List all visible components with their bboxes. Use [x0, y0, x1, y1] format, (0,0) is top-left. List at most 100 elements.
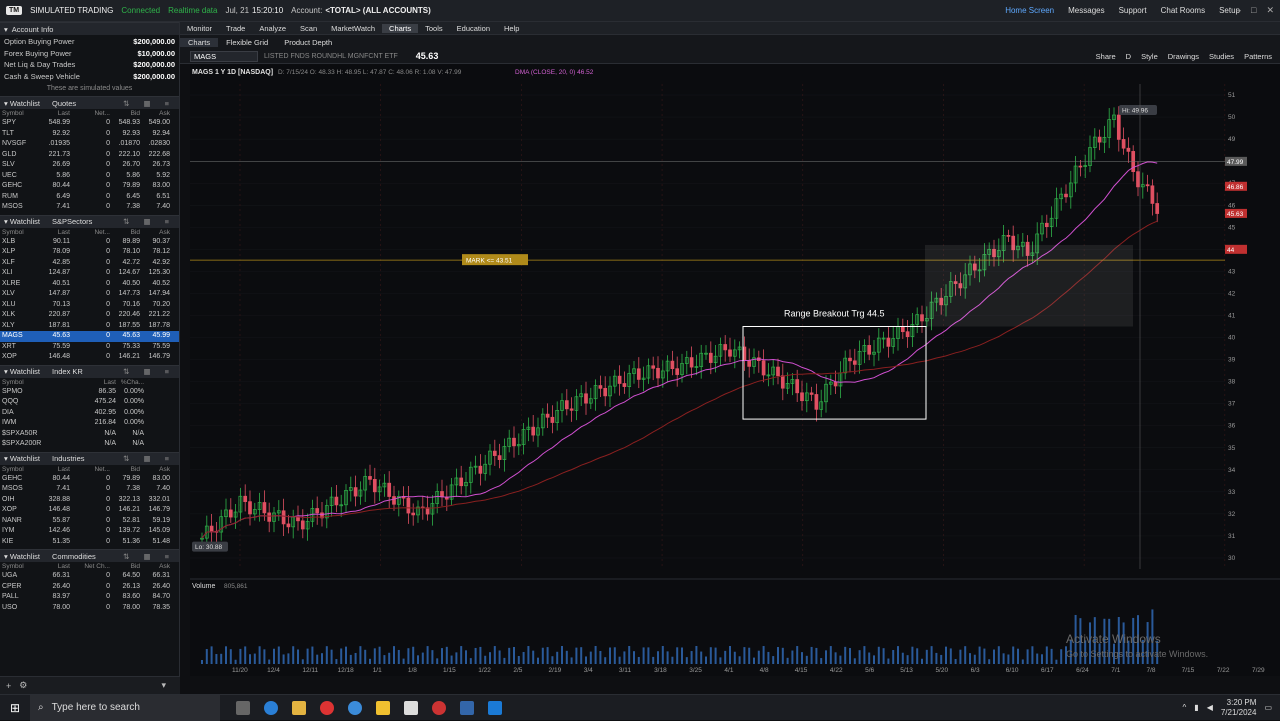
- watchlist-row[interactable]: RUM 6.49 0 6.45 6.51: [0, 192, 179, 203]
- document-icon[interactable]: [404, 700, 418, 715]
- column-header[interactable]: Ask: [140, 109, 170, 118]
- watchlist-row[interactable]: XLK 220.87 0 220.46 221.22: [0, 310, 179, 321]
- watchlist-row[interactable]: GLD 221.73 0 222.10 222.68: [0, 150, 179, 161]
- add-icon[interactable]: +: [6, 681, 11, 691]
- home-screen-button[interactable]: Home Screen: [1005, 6, 1054, 15]
- watchlist-row[interactable]: GEHC 80.44 0 79.89 83.00: [0, 181, 179, 192]
- watchlist-row[interactable]: NANR 55.87 0 52.81 59.19: [0, 516, 179, 527]
- watchlist-header[interactable]: ▾ Watchlist Index KR ⇅ ▦ ≡: [0, 364, 179, 378]
- column-header[interactable]: Symbol: [2, 378, 48, 387]
- watchlist-name[interactable]: Index KR: [52, 367, 83, 376]
- column-header[interactable]: Symbol: [2, 228, 48, 237]
- watchlist-row[interactable]: MSOS 7.41 0 7.38 7.40: [0, 484, 179, 495]
- column-header[interactable]: Symbol: [2, 109, 48, 118]
- watchlist-menu-icon[interactable]: ⇅ ▦ ≡: [123, 99, 175, 108]
- file-explorer-icon[interactable]: [292, 700, 306, 715]
- watchlist-header[interactable]: ▾ Watchlist Commodities ⇅ ▦ ≡: [0, 549, 179, 562]
- chart-tool-studies[interactable]: Studies: [1209, 52, 1234, 61]
- column-header[interactable]: Bid: [110, 228, 140, 237]
- column-header[interactable]: Last: [48, 465, 70, 474]
- menu-charts[interactable]: Charts: [382, 23, 419, 33]
- watchlist-row[interactable]: NVSGF .01935 0 .01870 .02830: [0, 139, 179, 150]
- menu-monitor[interactable]: Monitor: [180, 24, 219, 33]
- watchlist-row[interactable]: XOP 146.48 0 146.21 146.79: [0, 505, 179, 516]
- watchlist-row[interactable]: XRT 75.59 0 75.33 75.59: [0, 342, 179, 353]
- menu-tools[interactable]: Tools: [418, 24, 450, 33]
- menu-education[interactable]: Education: [450, 24, 497, 33]
- network-icon[interactable]: ▮: [1194, 703, 1198, 712]
- menu-trade[interactable]: Trade: [219, 24, 252, 33]
- watchlist-row[interactable]: CPER 26.40 0 26.13 26.40: [0, 582, 179, 593]
- watchlist-row[interactable]: XOP 146.48 0 146.21 146.79: [0, 352, 179, 363]
- watchlist-row[interactable]: SLV 26.69 0 26.70 26.73: [0, 160, 179, 171]
- watchlist-menu-icon[interactable]: ⇅ ▦ ≡: [123, 367, 175, 376]
- chart-tool-style[interactable]: Style: [1141, 52, 1158, 61]
- column-header[interactable]: Bid: [110, 562, 140, 571]
- scroll-down-icon[interactable]: ▾: [161, 680, 166, 691]
- shaded-zone[interactable]: [925, 244, 1133, 327]
- column-header[interactable]: Last: [48, 109, 70, 118]
- watchlist-row[interactable]: XLI 124.87 0 124.67 125.30: [0, 268, 179, 279]
- price-chart[interactable]: MAGS 1 Y 1D [NASDAQ] D: 7/15/24 O: 48.33 …: [190, 64, 1280, 676]
- watchlist-header[interactable]: ▾ Watchlist Industries ⇅ ▦ ≡: [0, 451, 179, 465]
- chat-rooms-button[interactable]: Chat Rooms: [1161, 6, 1205, 15]
- watchlist-menu-icon[interactable]: ⇅ ▦ ≡: [123, 454, 175, 463]
- subtab-charts[interactable]: Charts: [180, 37, 219, 47]
- watchlist-row[interactable]: USO 78.00 0 78.00 78.35: [0, 603, 179, 614]
- watchlist-row[interactable]: IWM 216.84 0.00%: [0, 418, 179, 429]
- watchlist-row[interactable]: IYM 142.46 0 139.72 145.09: [0, 526, 179, 537]
- watchlist-menu-icon[interactable]: ⇅ ▦ ≡: [123, 217, 175, 226]
- gear-icon[interactable]: ⚙: [19, 680, 27, 691]
- column-header[interactable]: %Cha...: [116, 378, 144, 387]
- watchlist-row[interactable]: XLY 187.81 0 187.55 187.78: [0, 321, 179, 332]
- column-header[interactable]: Bid: [110, 465, 140, 474]
- watchlist-row[interactable]: $SPXA200R N/A N/A: [0, 439, 179, 450]
- column-header[interactable]: Net...: [70, 109, 110, 118]
- tray-chevron-icon[interactable]: ^: [1183, 703, 1187, 712]
- menu-marketwatch[interactable]: MarketWatch: [324, 24, 382, 33]
- watchlist-row[interactable]: UEC 5.86 0 5.86 5.92: [0, 171, 179, 182]
- watchlist-menu-icon[interactable]: ⇅ ▦ ≡: [123, 552, 175, 561]
- subtab-flexible-grid[interactable]: Flexible Grid: [218, 38, 276, 47]
- chart-tool-patterns[interactable]: Patterns: [1244, 52, 1272, 61]
- watchlist-name[interactable]: S&PSectors: [52, 217, 92, 226]
- column-header[interactable]: Ask: [140, 562, 170, 571]
- column-header[interactable]: Bid: [110, 109, 140, 118]
- watchlist-name[interactable]: Quotes: [52, 99, 76, 108]
- column-header[interactable]: Net...: [70, 465, 110, 474]
- watchlist-row[interactable]: UGA 66.31 0 64.50 66.31: [0, 571, 179, 582]
- watchlist-row[interactable]: XLV 147.87 0 147.73 147.94: [0, 289, 179, 300]
- watchlist-row[interactable]: XLB 90.11 0 89.89 90.37: [0, 237, 179, 248]
- task-view-icon[interactable]: [236, 700, 250, 715]
- folder-icon[interactable]: [376, 700, 390, 715]
- watchlist-row[interactable]: PALL 83.97 0 83.60 84.70: [0, 592, 179, 603]
- symbol-input[interactable]: MAGS: [190, 50, 258, 62]
- taskbar-search[interactable]: ⌕ Type here to search: [30, 694, 220, 721]
- edge-icon[interactable]: [264, 700, 278, 715]
- close-icon[interactable]: ✕: [1266, 5, 1274, 16]
- watchlist-row[interactable]: KIE 51.35 0 51.36 51.48: [0, 537, 179, 548]
- notification-icon[interactable]: ▭: [1264, 703, 1272, 712]
- watchlist-row[interactable]: TLT 92.92 0 92.93 92.94: [0, 129, 179, 140]
- watchlist-row[interactable]: MSOS 7.41 0 7.38 7.40: [0, 202, 179, 213]
- watchlist-row[interactable]: XLP 78.09 0 78.10 78.12: [0, 247, 179, 258]
- watchlist-row[interactable]: GEHC 80.44 0 79.89 83.00: [0, 474, 179, 485]
- watchlist-header[interactable]: ▾ Watchlist Quotes ⇅ ▦ ≡: [0, 96, 179, 109]
- chart-tool-d[interactable]: D: [1126, 52, 1131, 61]
- messages-button[interactable]: Messages: [1068, 6, 1104, 15]
- watchlist-row[interactable]: SPY 548.99 0 548.93 549.00: [0, 118, 179, 129]
- chrome-icon[interactable]: [348, 700, 362, 715]
- monitor-icon[interactable]: [488, 700, 502, 715]
- watchlist-row[interactable]: XLRE 40.51 0 40.50 40.52: [0, 279, 179, 290]
- menu-help[interactable]: Help: [497, 24, 526, 33]
- vivaldi-icon[interactable]: [320, 700, 334, 715]
- support-button[interactable]: Support: [1119, 6, 1147, 15]
- column-header[interactable]: Net Ch...: [70, 562, 110, 571]
- watchlist-name[interactable]: Commodities: [52, 552, 96, 561]
- menu-analyze[interactable]: Analyze: [252, 24, 293, 33]
- column-header[interactable]: Last: [48, 378, 116, 387]
- windows-start-icon[interactable]: ⊞: [0, 701, 30, 715]
- menu-scan[interactable]: Scan: [293, 24, 324, 33]
- column-header[interactable]: Symbol: [2, 465, 48, 474]
- column-header[interactable]: Net...: [70, 228, 110, 237]
